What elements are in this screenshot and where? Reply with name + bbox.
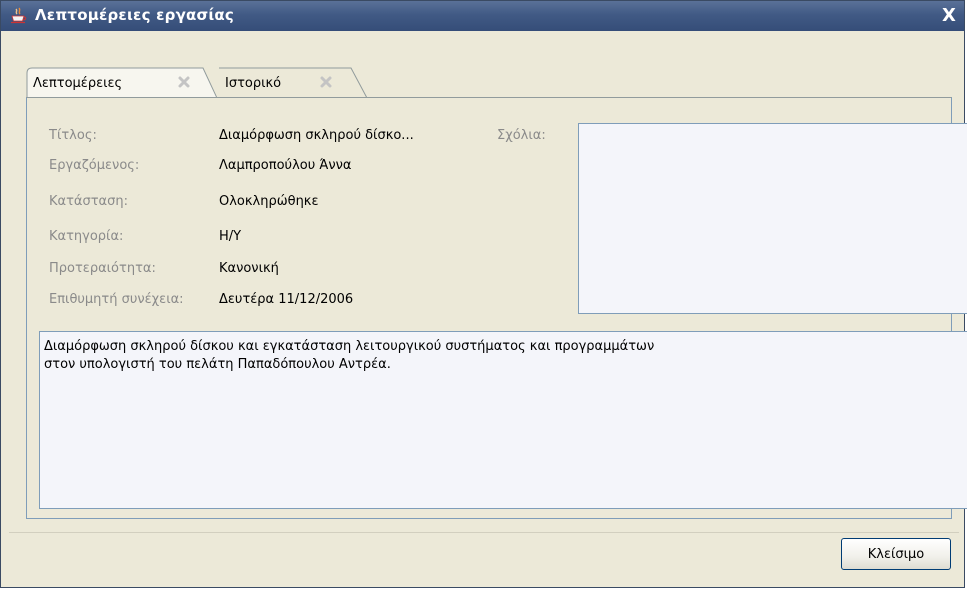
title-label: Τίτλος: (49, 128, 97, 143)
tab-details-label: Λεπτομέρειες (33, 76, 123, 91)
employee-label: Εργαζόμενος: (49, 158, 140, 173)
tab-details[interactable]: Λεπτομέρειες (21, 67, 217, 98)
category-label: Κατηγορία: (49, 229, 124, 244)
description-textarea[interactable]: Διαμόρφωση σκληρού δίσκου και εγκατάστασ… (39, 331, 967, 509)
description-line: στον υπολογιστή του πελάτη Παπαδόπουλου … (44, 357, 391, 372)
tab-history-close-icon[interactable] (319, 75, 333, 89)
tab-details-close-icon[interactable] (177, 75, 191, 89)
details-panel: Τίτλος: Διαμόρφωση σκληρού δίσκο... Εργα… (26, 97, 967, 519)
task-details-window: Λεπτομέρειες εργασίας X Λεπτομέρειες Ιστ… (0, 0, 967, 588)
employee-value: Λαμπροπούλου Άννα (219, 158, 352, 173)
follow-up-label: Επιθυμητή συνέχεια: (49, 292, 184, 307)
status-label: Κατάσταση: (49, 194, 128, 209)
comments-label: Σχόλια: (497, 128, 546, 143)
status-value: Ολοκληρώθηκε (219, 194, 319, 209)
tab-history[interactable]: Ιστορικό (219, 67, 369, 98)
category-value: Η/Υ (219, 229, 242, 244)
java-cup-icon (11, 7, 27, 24)
title-bar[interactable]: Λεπτομέρειες εργασίας X (1, 1, 964, 31)
window-close-button[interactable]: X (938, 6, 960, 26)
tab-strip: Λεπτομέρειες Ιστορικό (21, 67, 941, 98)
tab-history-label: Ιστορικό (225, 76, 282, 91)
priority-label: Προτεραιότητα: (49, 261, 156, 276)
comments-textarea[interactable] (578, 123, 967, 314)
close-button[interactable]: Κλείσιμο (841, 538, 951, 570)
title-value: Διαμόρφωση σκληρού δίσκο... (219, 128, 414, 143)
window-title: Λεπτομέρειες εργασίας (35, 6, 235, 24)
follow-up-value: Δευτέρα 11/12/2006 (219, 292, 354, 307)
priority-value: Κανονική (219, 261, 279, 276)
footer-divider (9, 532, 959, 533)
description-line: Διαμόρφωση σκληρού δίσκου και εγκατάστασ… (44, 339, 655, 354)
